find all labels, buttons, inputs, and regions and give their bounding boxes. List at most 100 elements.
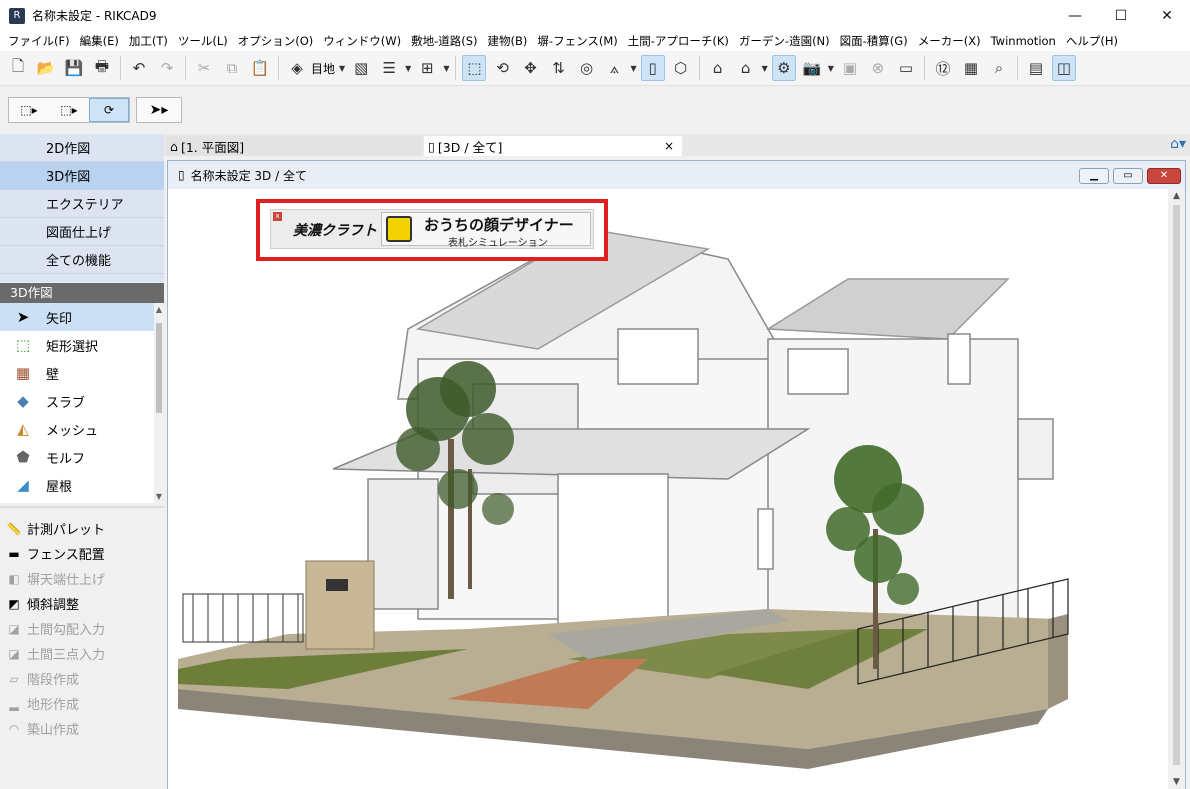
chevron-down-icon[interactable]: ▼ xyxy=(405,64,411,73)
menu-floor-approach[interactable]: 土間-アプローチ(K) xyxy=(623,33,734,49)
maximize-button[interactable]: ☐ xyxy=(1098,0,1144,31)
navigator-icon[interactable]: ▤ xyxy=(1024,55,1048,81)
new-file-icon[interactable]: 🗋 xyxy=(6,55,30,81)
tab-floor-plan[interactable]: ⌂ [1. 平面図] xyxy=(166,136,422,156)
print-icon[interactable]: 🖶 xyxy=(90,55,114,81)
grid-block-icon[interactable]: ▦ xyxy=(959,55,983,81)
open-folder-icon[interactable]: 📂 xyxy=(34,55,58,81)
delete-view-icon[interactable]: ⊗ xyxy=(866,55,890,81)
scrollbar-thumb[interactable] xyxy=(156,323,162,413)
nav-2d-drawing[interactable]: 2D作図 xyxy=(0,134,164,162)
video-camera-icon[interactable]: ▭ xyxy=(894,55,918,81)
tool-arrow[interactable]: ➤ 矢印 xyxy=(0,303,154,331)
tool-morph[interactable]: ⬟ モルフ xyxy=(0,443,154,471)
orbit-icon[interactable]: ⟲ xyxy=(490,55,514,81)
tool-fence-place[interactable]: ▬ フェンス配置 xyxy=(0,541,164,566)
viewport-scrollbar[interactable]: ▲ ▼ xyxy=(1168,189,1185,789)
dimension-icon[interactable]: ⑫ xyxy=(931,55,955,81)
close-button[interactable]: ✕ xyxy=(1144,0,1190,31)
menu-garden[interactable]: ガーデン-造園(N) xyxy=(734,33,835,49)
chevron-down-icon[interactable]: ▼ xyxy=(762,64,768,73)
section-icon[interactable]: ⌂ xyxy=(734,55,758,81)
menu-options[interactable]: オプション(O) xyxy=(233,33,319,49)
select-cursor-icon[interactable]: ⬚ xyxy=(462,55,487,81)
banner-product-box[interactable]: おうちの顔デザイナー 表札シミュレーション xyxy=(381,212,591,249)
snap-grid-icon[interactable]: ⊞ xyxy=(415,55,439,81)
tool-list-scrollbar[interactable]: ▲ ▼ xyxy=(154,303,164,503)
cube-icon[interactable]: ⬡ xyxy=(669,55,693,81)
menu-wall-fence[interactable]: 塀-フェンス(M) xyxy=(532,33,622,49)
chevron-down-icon[interactable]: ▼ xyxy=(443,64,449,73)
save-icon[interactable]: 💾 xyxy=(62,55,86,81)
walk-icon[interactable]: ⇅ xyxy=(546,55,570,81)
explore-icon[interactable]: ◎ xyxy=(574,55,598,81)
menu-twinmotion[interactable]: Twinmotion xyxy=(986,34,1061,48)
tool-mound[interactable]: ◠ 築山作成 xyxy=(0,716,164,741)
menu-site-road[interactable]: 敷地-道路(S) xyxy=(406,33,482,49)
inner-restore-button[interactable]: ▭ xyxy=(1113,168,1143,184)
nav-all-functions[interactable]: 全ての機能 xyxy=(0,246,164,274)
tab-3d-view[interactable]: ▯ [3D / 全て] × xyxy=(424,136,682,156)
layer-select[interactable]: 目地 xyxy=(311,60,335,77)
tool-floor-gradient[interactable]: ◪ 土間勾配入力 xyxy=(0,616,164,641)
chevron-up-icon[interactable]: ▲ xyxy=(1168,191,1185,201)
chevron-down-icon[interactable]: ▼ xyxy=(154,492,164,501)
menu-file[interactable]: ファイル(F) xyxy=(3,33,75,49)
menu-window[interactable]: ウィンドウ(W) xyxy=(318,33,406,49)
rotate-select-icon[interactable]: ⟳ xyxy=(89,98,129,122)
ad-banner[interactable]: x 美濃クラフト おうちの顔デザイナー 表札シミュレーション xyxy=(256,199,608,261)
tool-stairs[interactable]: ▱ 階段作成 xyxy=(0,666,164,691)
rectangle-select-icon[interactable]: ⬚▸ xyxy=(49,98,89,122)
inner-close-button[interactable]: ✕ xyxy=(1147,168,1181,184)
menu-building[interactable]: 建物(B) xyxy=(483,33,533,49)
view-3d-window-icon[interactable]: ▯ xyxy=(640,55,665,81)
tool-marquee[interactable]: ⬚ 矩形選択 xyxy=(0,331,154,359)
tool-roof[interactable]: ◢ 屋根 xyxy=(0,471,154,499)
polygon-select-icon[interactable]: ⬚▸ xyxy=(9,98,49,122)
chevron-down-icon[interactable]: ▼ xyxy=(630,64,636,73)
tool-wall-top-finish[interactable]: ◧ 塀天端仕上げ xyxy=(0,566,164,591)
inner-minimize-button[interactable]: ▁ xyxy=(1079,168,1109,184)
axis-icon[interactable]: ⟑ xyxy=(602,55,626,81)
layout-icon[interactable]: ▧ xyxy=(349,55,373,81)
menu-help[interactable]: ヘルプ(H) xyxy=(1061,33,1123,49)
chevron-down-icon[interactable]: ▼ xyxy=(1168,777,1185,787)
cut-icon[interactable]: ✂ xyxy=(192,55,216,81)
tool-terrain[interactable]: ▂ 地形作成 xyxy=(0,691,164,716)
banner-close-icon[interactable]: x xyxy=(273,212,282,221)
chevron-down-icon[interactable]: ▼ xyxy=(828,64,834,73)
render-settings-icon[interactable]: ⚙ xyxy=(771,55,796,81)
tool-mesh[interactable]: ◭ メッシュ xyxy=(0,415,154,443)
menu-edit[interactable]: 編集(E) xyxy=(75,33,124,49)
paste-icon[interactable]: 📋 xyxy=(248,55,272,81)
layout-window-icon[interactable]: ◫ xyxy=(1051,55,1076,81)
elevation-icon[interactable]: ⌂ xyxy=(706,55,730,81)
nav-3d-drawing[interactable]: 3D作図 xyxy=(0,162,164,190)
pointer-tool-icon[interactable]: ➤▸ xyxy=(136,97,182,123)
chevron-up-icon[interactable]: ▲ xyxy=(154,305,164,314)
scrollbar-thumb[interactable] xyxy=(1173,205,1180,765)
tool-slope-adjust[interactable]: ◩ 傾斜調整 xyxy=(0,591,164,616)
menu-maker[interactable]: メーカー(X) xyxy=(913,33,986,49)
minimize-button[interactable]: — xyxy=(1052,0,1098,31)
tool-floor-three-point[interactable]: ◪ 土間三点入力 xyxy=(0,641,164,666)
nav-exterior[interactable]: エクステリア xyxy=(0,190,164,218)
tool-wall[interactable]: ▦ 壁 xyxy=(0,359,154,387)
redo-icon[interactable]: ↷ xyxy=(155,55,179,81)
nav-drawing-finish[interactable]: 図面仕上げ xyxy=(0,218,164,246)
close-tab-icon[interactable]: × xyxy=(664,139,674,153)
pan-icon[interactable]: ✥ xyxy=(518,55,542,81)
tab-overflow-icon[interactable]: ⌂▾ xyxy=(1170,136,1186,152)
frame-icon[interactable]: ▣ xyxy=(838,55,862,81)
menu-process[interactable]: 加工(T) xyxy=(124,33,173,49)
chevron-down-icon[interactable]: ▼ xyxy=(339,64,345,73)
layers-stack-icon[interactable]: ☰ xyxy=(377,55,401,81)
menu-tools[interactable]: ツール(L) xyxy=(173,33,233,49)
copy-icon[interactable]: ⧉ xyxy=(220,55,244,81)
3d-viewport[interactable]: x 美濃クラフト おうちの顔デザイナー 表札シミュレーション xyxy=(168,189,1169,789)
layer-settings-icon[interactable]: ◈ xyxy=(285,55,309,81)
undo-icon[interactable]: ↶ xyxy=(127,55,151,81)
camera-icon[interactable]: 📷 xyxy=(800,55,824,81)
menu-drawing-estimate[interactable]: 図面-積算(G) xyxy=(835,33,913,49)
tool-slab[interactable]: ◆ スラブ xyxy=(0,387,154,415)
